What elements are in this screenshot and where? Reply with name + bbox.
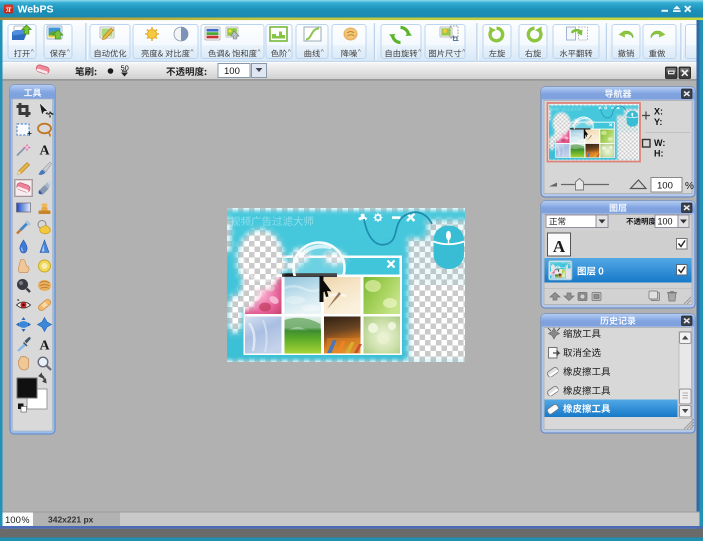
svg-text:100: 100 (224, 66, 240, 77)
svg-text:π: π (6, 5, 12, 15)
svg-text:100: 100 (5, 515, 21, 526)
svg-text:H:: H: (654, 149, 664, 159)
svg-text:A: A (39, 144, 50, 159)
svg-text:Y:: Y: (654, 117, 662, 127)
svg-text:X:: X: (654, 107, 663, 117)
svg-text:W:: W: (654, 138, 665, 148)
svg-text:%: % (685, 181, 694, 192)
svg-text:342x221 px: 342x221 px (48, 515, 94, 525)
svg-text:A: A (553, 237, 566, 256)
svg-text:100: 100 (657, 181, 673, 192)
svg-text:100: 100 (658, 217, 673, 227)
svg-text:WebPS: WebPS (18, 4, 54, 16)
svg-text:A: A (39, 339, 50, 354)
svg-text:%: % (22, 515, 30, 525)
